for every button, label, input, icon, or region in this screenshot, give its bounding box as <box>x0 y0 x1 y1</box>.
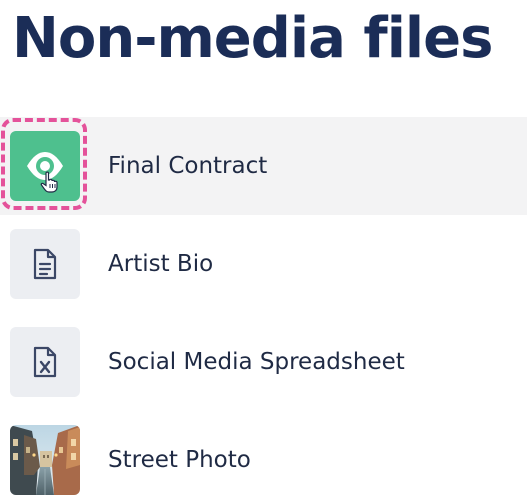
document-icon <box>33 248 57 280</box>
file-row-final-contract[interactable]: Final Contract <box>0 117 527 215</box>
file-row-social-media-spreadsheet[interactable]: Social Media Spreadsheet <box>0 313 527 411</box>
file-name: Artist Bio <box>108 251 214 277</box>
file-row-street-photo[interactable]: Street Photo <box>0 411 527 501</box>
file-name: Final Contract <box>108 153 268 179</box>
photo-thumbnail <box>10 425 80 495</box>
file-list: Final Contract Artist Bio Social Media S… <box>0 117 527 501</box>
file-icon-tile <box>10 327 80 397</box>
file-row-artist-bio[interactable]: Artist Bio <box>0 215 527 313</box>
page: Non-media files Final Contract Artist Bi… <box>0 0 527 501</box>
preview-button[interactable] <box>10 131 80 201</box>
file-icon-tile <box>10 229 80 299</box>
spreadsheet-icon <box>33 346 57 378</box>
file-name: Street Photo <box>108 447 251 473</box>
page-title: Non-media files <box>12 6 493 71</box>
hand-cursor-icon <box>40 171 58 193</box>
file-name: Social Media Spreadsheet <box>108 349 405 375</box>
